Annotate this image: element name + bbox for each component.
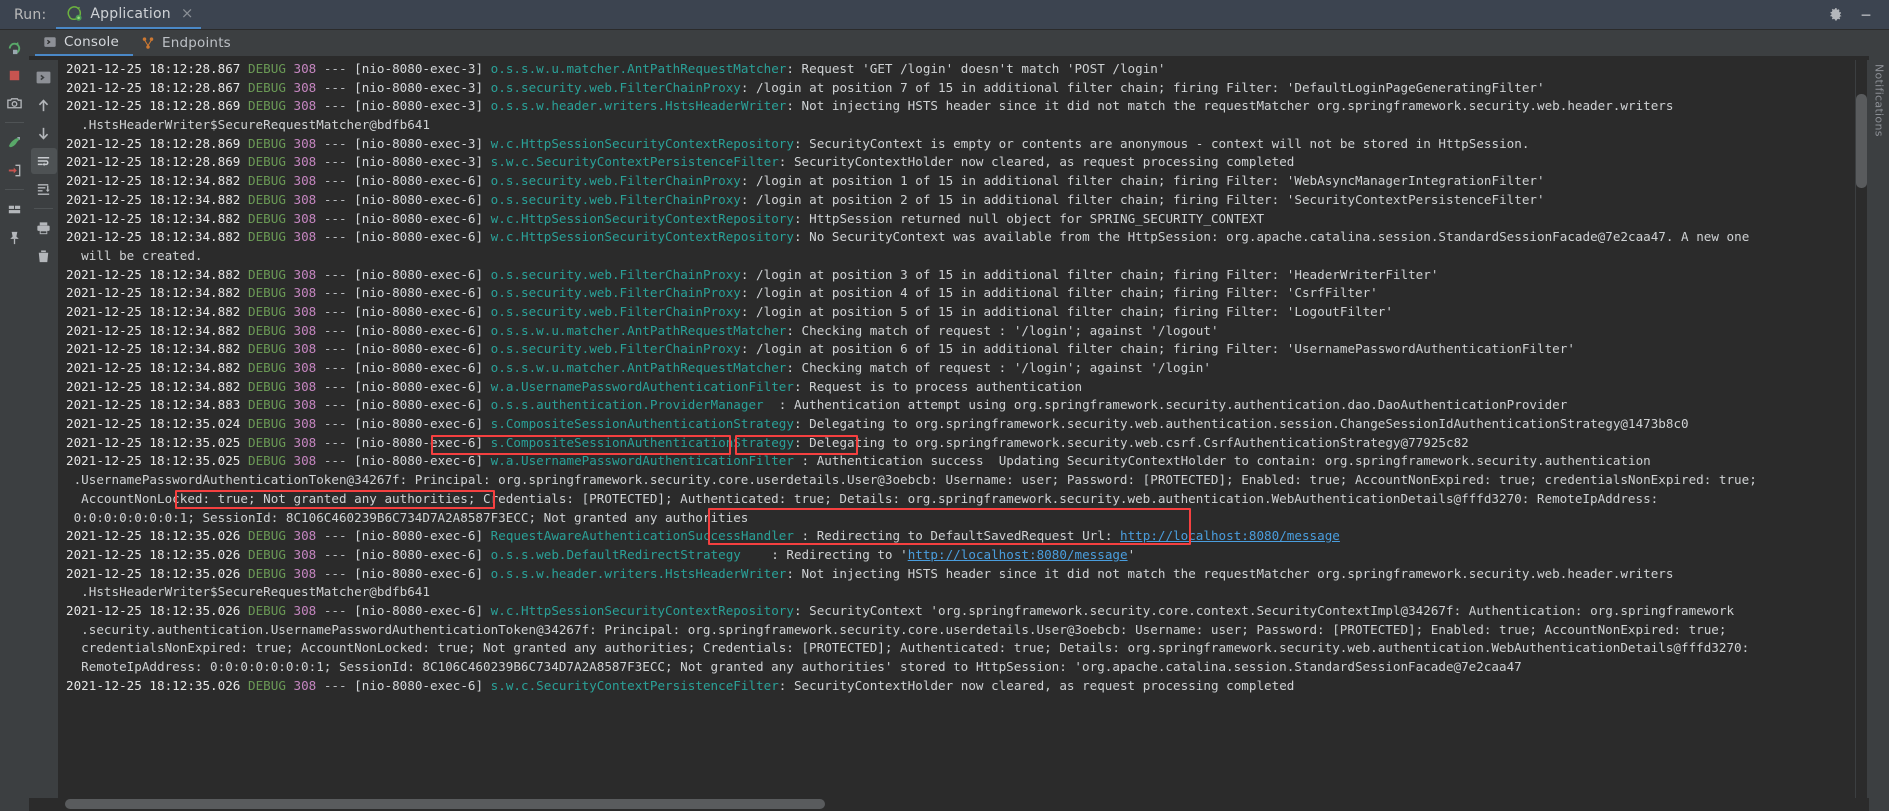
tab-endpoints[interactable]: Endpoints xyxy=(133,30,245,56)
console-line: 2021-12-25 18:12:28.869 DEBUG 308 --- [n… xyxy=(66,98,1674,114)
console-line: .security.authentication.UsernamePasswor… xyxy=(66,621,1727,637)
console-line: 2021-12-25 18:12:35.026 DEBUG 308 --- [n… xyxy=(66,602,1735,618)
link-url[interactable]: http://localhost:8080/message xyxy=(908,547,1128,562)
scrollbar-thumb[interactable] xyxy=(1856,94,1867,188)
console-line: 2021-12-25 18:12:34.882 DEBUG 308 --- [n… xyxy=(66,173,1545,189)
console-line: 0:0:0:0:0:0:0:1; SessionId: 8C106C460239… xyxy=(66,509,749,525)
run-tab-title: Application xyxy=(90,5,171,22)
console-line: 2021-12-25 18:12:35.026 DEBUG 308 --- [n… xyxy=(66,677,1295,693)
run-window-body: Console Endpoints 2021-12-25 18:12:28.86… xyxy=(0,30,1889,811)
console-line: 2021-12-25 18:12:34.882 DEBUG 308 --- [n… xyxy=(66,191,1545,207)
console-line: credentialsNonExpired: true; AccountNonL… xyxy=(66,640,1750,656)
console-line: 2021-12-25 18:12:34.882 DEBUG 308 --- [n… xyxy=(66,322,1219,338)
run-actions-toolbar xyxy=(0,30,29,811)
console-line: 2021-12-25 18:12:28.869 DEBUG 308 --- [n… xyxy=(66,135,1530,151)
pin-icon[interactable] xyxy=(2,224,28,250)
console-line: .HstsHeaderWriter$SecureRequestMatcher@b… xyxy=(66,584,430,600)
console-line: 2021-12-25 18:12:34.882 DEBUG 308 --- [n… xyxy=(66,378,1083,394)
spring-leaf-icon[interactable] xyxy=(2,129,28,155)
layout-icon[interactable] xyxy=(2,196,28,222)
soft-wrap-icon[interactable] xyxy=(30,148,57,174)
console-line: 2021-12-25 18:12:34.883 DEBUG 308 --- [n… xyxy=(66,397,1568,413)
console-line: 2021-12-25 18:12:34.882 DEBUG 308 --- [n… xyxy=(66,303,1393,319)
console-log[interactable]: 2021-12-25 18:12:28.867 DEBUG 308 --- [n… xyxy=(62,60,1855,798)
link-url[interactable]: http://localhost:8080/message xyxy=(1120,528,1340,543)
console-line: 2021-12-25 18:12:35.024 DEBUG 308 --- [n… xyxy=(66,416,1689,432)
toolbar-separator xyxy=(5,189,24,190)
hscrollbar-thumb[interactable] xyxy=(65,799,825,809)
console-line: 2021-12-25 18:12:28.867 DEBUG 308 --- [n… xyxy=(66,79,1545,95)
tab-console-label: Console xyxy=(64,34,119,50)
console-line: 2021-12-25 18:12:34.882 DEBUG 308 --- [n… xyxy=(66,360,1211,375)
console-tabstrip: Console Endpoints xyxy=(29,30,1869,56)
console-line: 2021-12-25 18:12:35.026 DEBUG 308 --- [n… xyxy=(66,565,1674,581)
console-line: 2021-12-25 18:12:34.882 DEBUG 308 --- [n… xyxy=(66,341,1575,357)
console-line: 2021-12-25 18:12:35.026 DEBUG 308 --- [n… xyxy=(66,546,1136,562)
trash-icon[interactable] xyxy=(31,243,57,269)
right-tool-stripe: Notifications xyxy=(1869,30,1889,811)
toolbar-separator xyxy=(34,208,53,209)
right-stripe-label[interactable]: Notifications xyxy=(1873,64,1886,137)
tab-console[interactable]: Console xyxy=(35,30,133,56)
stop-button[interactable] xyxy=(2,62,28,88)
console-actions-toolbar xyxy=(29,60,58,798)
console-line: 2021-12-25 18:12:34.882 DEBUG 308 --- [n… xyxy=(66,229,1750,245)
gear-icon[interactable] xyxy=(1828,7,1843,22)
chevron-right-box-icon[interactable] xyxy=(31,64,57,90)
console-line: AccountNonLocked: true; Not granted any … xyxy=(66,490,1659,506)
toolbar-separator xyxy=(5,122,24,123)
console-line: 2021-12-25 18:12:34.882 DEBUG 308 --- [n… xyxy=(66,266,1439,282)
minimize-icon[interactable] xyxy=(1859,8,1873,22)
spring-boot-icon xyxy=(66,5,83,22)
run-tab-application[interactable]: Application × xyxy=(56,0,202,29)
printer-icon[interactable] xyxy=(31,215,57,241)
close-icon[interactable]: × xyxy=(178,6,194,21)
console-panel: Console Endpoints 2021-12-25 18:12:28.86… xyxy=(29,30,1869,811)
console-line: RemoteIpAddress: 0:0:0:0:0:0:0:1; Sessio… xyxy=(66,659,1522,674)
console-output-area: 2021-12-25 18:12:28.867 DEBUG 308 --- [n… xyxy=(29,56,1869,798)
console-vertical-scrollbar[interactable] xyxy=(1855,60,1869,798)
endpoints-icon xyxy=(141,36,155,50)
console-line: 2021-12-25 18:12:35.025 DEBUG 308 --- [n… xyxy=(66,453,1651,469)
console-line: .UsernamePasswordAuthenticationToken@342… xyxy=(66,472,1757,488)
console-line: 2021-12-25 18:12:34.882 DEBUG 308 --- [n… xyxy=(66,285,1378,301)
console-icon xyxy=(43,35,57,49)
console-line: 2021-12-25 18:12:28.869 DEBUG 308 --- [n… xyxy=(66,154,1295,170)
console-line: will be created. xyxy=(66,247,203,263)
arrow-down-icon[interactable] xyxy=(31,120,57,146)
exit-arrow-icon[interactable] xyxy=(2,157,28,183)
console-line: 2021-12-25 18:12:35.025 DEBUG 308 --- [n… xyxy=(66,434,1469,450)
console-line: 2021-12-25 18:12:28.867 DEBUG 308 --- [n… xyxy=(66,61,1166,76)
window-controls xyxy=(1828,0,1889,29)
console-horizontal-scrollbar[interactable] xyxy=(29,798,1869,811)
run-tool-window: Run: Application × Console Endpoints 202… xyxy=(0,0,1889,811)
console-line: 2021-12-25 18:12:35.026 DEBUG 308 --- [n… xyxy=(66,528,1340,544)
console-line: 2021-12-25 18:12:34.882 DEBUG 308 --- [n… xyxy=(66,210,1265,226)
tab-endpoints-label: Endpoints xyxy=(162,35,231,51)
console-line: .HstsHeaderWriter$SecureRequestMatcher@b… xyxy=(66,117,430,133)
scroll-to-end-icon[interactable] xyxy=(31,176,57,202)
run-toolbar-header: Run: Application × xyxy=(0,0,1889,30)
camera-icon[interactable] xyxy=(2,90,28,116)
arrow-up-icon[interactable] xyxy=(31,92,57,118)
run-label: Run: xyxy=(14,6,47,23)
rerun-button[interactable] xyxy=(2,34,28,60)
